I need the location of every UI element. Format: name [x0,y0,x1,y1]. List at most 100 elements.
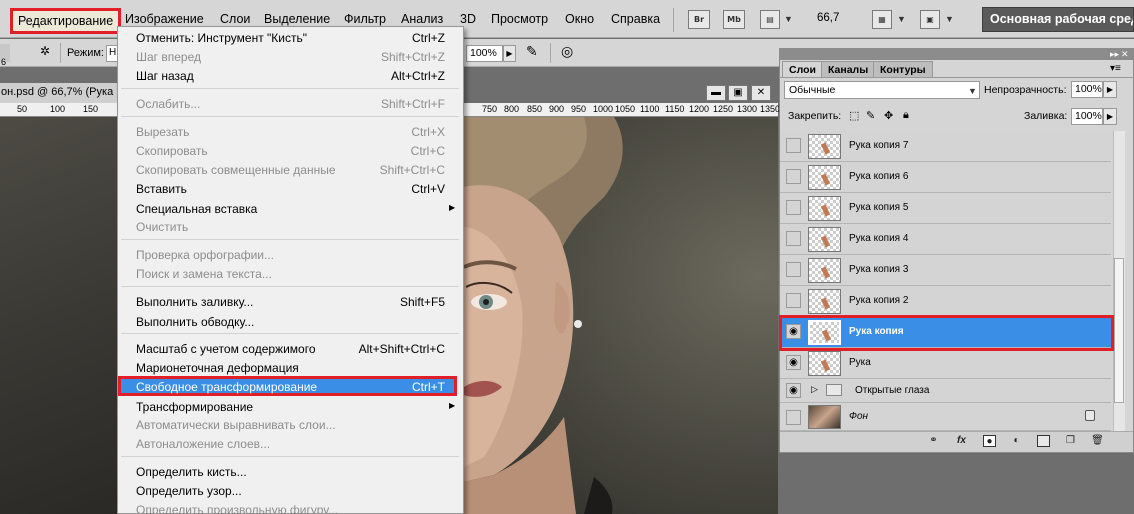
panel-menu-icon[interactable]: ▾≡ [1110,63,1121,74]
lock-position-icon[interactable]: ✥ [884,109,893,122]
arrange-documents-icon[interactable]: ▦ [872,10,892,29]
opacity-arrow-icon[interactable]: ▶ [1103,81,1117,98]
fill-arrow-icon[interactable]: ▶ [1103,108,1117,125]
menu-item-spell-check[interactable]: Проверка орфографии... [136,248,274,262]
expand-arrow-icon[interactable]: ▷ [811,384,818,395]
tab-channels[interactable]: Каналы [821,61,876,77]
menu-item-copy[interactable]: Скопировать [136,144,208,158]
visibility-toggle[interactable] [786,231,801,246]
adjustment-icon[interactable]: ◐ [1010,435,1023,447]
layer-row[interactable]: Рука копия 4 [780,224,1111,255]
layer-row-background[interactable]: Фон [780,403,1111,431]
lock-all-icon[interactable]: 🔒︎ [903,109,909,122]
menu-item-fade[interactable]: Ослабить... [136,97,200,111]
menu-view[interactable]: Просмотр [491,12,548,26]
bridge-icon[interactable]: Br [688,10,710,29]
menu-item-define-pattern[interactable]: Определить узор... [136,484,242,498]
close-icon[interactable]: ✕ [1121,49,1129,60]
menu-analysis[interactable]: Анализ [401,12,443,26]
visibility-toggle[interactable] [786,200,801,215]
menu-item-step-forward[interactable]: Шаг вперед [136,50,201,64]
menu-item-undo[interactable]: Отменить: Инструмент "Кисть" [136,31,307,45]
menu-select[interactable]: Выделение [264,12,330,26]
opacity-input[interactable]: 100% [1071,81,1103,98]
fx-icon[interactable]: fx [955,435,968,447]
panel-title-bar[interactable] [779,48,1134,60]
layer-row[interactable]: ◉ Рука [780,348,1111,379]
menu-item-stroke[interactable]: Выполнить обводку... [136,315,254,329]
fill-input[interactable]: 100% [1071,108,1103,125]
zoom-level[interactable]: 66,7 [817,12,839,24]
menu-item-content-aware-scale[interactable]: Масштаб с учетом содержимого [136,342,316,356]
visibility-toggle[interactable] [786,138,801,153]
eye-icon[interactable]: ◉ [786,355,801,370]
chevron-down-icon[interactable]: ▼ [784,14,793,24]
menu-help[interactable]: Справка [611,12,660,26]
layer-group-row[interactable]: ◉ ▷ Открытые глаза [780,379,1111,403]
layer-row[interactable]: Рука копия 5 [780,193,1111,224]
layer-row[interactable]: Рука копия 3 [780,255,1111,286]
maximize-icon[interactable]: ▣ [728,85,748,101]
layer-row[interactable]: Рука копия 7 [780,131,1111,162]
eye-icon[interactable]: ◉ [786,383,801,398]
scrollbar-thumb[interactable] [1114,258,1124,403]
flow-input[interactable]: 100% [466,45,503,62]
airbrush-icon[interactable]: ✎ [526,43,538,60]
menu-item-free-transform[interactable]: Свободное трансформирование [136,380,317,394]
trash-icon[interactable]: 🗑︎ [1091,435,1104,447]
brush-panel-icon[interactable]: ✲ [37,44,53,60]
menu-layers[interactable]: Слои [220,12,250,26]
menu-item-auto-blend-layers[interactable]: Автоналожение слоев... [136,437,270,451]
menu-item-step-backward[interactable]: Шаг назад [136,69,194,83]
workspace-switcher[interactable]: Основная рабочая среда [982,7,1134,32]
layer-row[interactable]: Рука копия 6 [780,162,1111,193]
document-tab[interactable]: он.psd @ 66,7% (Рука [0,83,117,103]
mini-bridge-icon[interactable]: Mb [723,10,745,29]
canvas-left-region[interactable] [0,117,117,514]
layer-row[interactable]: Рука копия 2 [780,286,1111,317]
menu-item-transform[interactable]: Трансформирование [136,400,253,414]
menu-item-fill[interactable]: Выполнить заливку... [136,295,253,309]
chevron-down-icon[interactable]: ▼ [968,86,977,96]
filmstrip-icon[interactable]: ▤ [760,10,780,29]
menu-item-paste-special[interactable]: Специальная вставка [136,202,257,216]
link-icon[interactable]: ⚭ [927,435,940,447]
menu-window[interactable]: Окно [565,12,594,26]
new-layer-icon[interactable]: ❐ [1064,435,1077,447]
lock-pixels-icon[interactable]: ✎ [866,109,875,122]
ruler-label: 850 [527,104,543,114]
collapse-icon[interactable]: ▸▸ [1110,49,1119,60]
menu-item-find-replace[interactable]: Поиск и замена текста... [136,267,272,281]
tab-paths[interactable]: Контуры [873,61,933,77]
menu-3d[interactable]: 3D [460,12,476,26]
menu-item-auto-align-layers[interactable]: Автоматически выравнивать слои... [136,418,336,432]
screen-mode-icon[interactable]: ▣ [920,10,940,29]
tab-layers[interactable]: Слои [782,61,823,77]
mask-icon[interactable]: ● [983,435,996,447]
minimize-icon[interactable]: ▬ [706,85,726,101]
group-icon[interactable] [1037,435,1050,447]
menu-item-clear[interactable]: Очистить [136,220,188,234]
visibility-toggle[interactable] [786,169,801,184]
visibility-toggle[interactable] [786,410,801,425]
menu-item-define-brush[interactable]: Определить кисть... [136,465,247,479]
blend-mode-select[interactable]: Обычные [784,81,980,99]
menu-image[interactable]: Изображение [125,12,204,26]
menu-item-puppet-warp[interactable]: Марионеточная деформация [136,361,299,375]
menu-item-paste[interactable]: Вставить [136,182,187,196]
visibility-toggle[interactable] [786,262,801,277]
flow-arrow-icon[interactable]: ▶ [503,45,516,62]
menu-shortcut: Alt+Shift+Ctrl+C [358,342,445,356]
tablet-pressure-icon[interactable]: ◎ [561,43,573,60]
chevron-down-icon[interactable]: ▼ [897,14,906,24]
visibility-toggle[interactable] [786,293,801,308]
menu-filter[interactable]: Фильтр [344,12,386,26]
menu-item-copy-merged[interactable]: Скопировать совмещенные данные [136,163,336,177]
close-icon[interactable]: ✕ [751,85,771,101]
lock-transparency-icon[interactable]: ⬚ [849,109,859,122]
menu-edit[interactable]: Редактирование [10,8,122,34]
menu-item-cut[interactable]: Вырезать [136,125,189,139]
chevron-down-icon[interactable]: ▼ [945,14,954,24]
canvas-photo[interactable] [463,117,778,514]
menu-item-define-custom-shape[interactable]: Определить произвольную фигуру... [136,503,338,514]
